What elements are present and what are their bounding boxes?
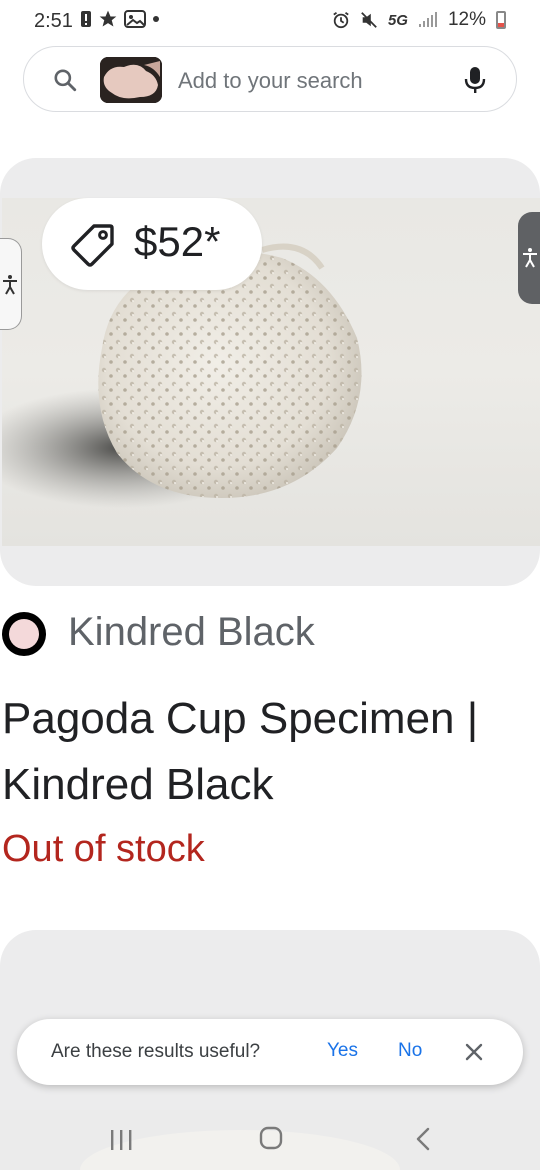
feedback-prompt: Are these results useful? Yes No <box>17 1019 523 1085</box>
status-right: 5G 12% <box>332 9 506 31</box>
signal-icon <box>418 12 437 27</box>
search-icon[interactable] <box>52 67 78 93</box>
battery-percent: 12% <box>447 9 486 30</box>
feedback-close-button[interactable] <box>461 1039 487 1065</box>
star-icon <box>99 10 117 27</box>
merchant-logo[interactable] <box>2 612 46 656</box>
accessibility-button-left[interactable] <box>0 238 22 330</box>
recents-icon[interactable] <box>108 1128 134 1152</box>
accessibility-icon <box>3 275 17 295</box>
close-icon <box>465 1043 483 1061</box>
status-time: 2:51 <box>34 10 73 32</box>
stock-status: Out of stock <box>2 828 205 870</box>
feedback-yes-button[interactable]: Yes <box>327 1040 358 1062</box>
accessibility-button-right[interactable] <box>518 212 540 304</box>
status-bar: 2:51 5G 12% <box>0 0 540 44</box>
product-title[interactable]: Pagoda Cup Specimen | Kindred Black <box>2 686 532 818</box>
search-input[interactable]: Add to your search <box>178 68 363 94</box>
mic-icon[interactable] <box>464 65 486 95</box>
gallery-icon <box>124 10 146 28</box>
price-chip[interactable]: $52* <box>42 198 262 290</box>
notification-icons <box>80 9 160 29</box>
network-type: 5G <box>387 11 408 29</box>
battery-icon <box>496 11 506 29</box>
notification-icon <box>81 11 91 27</box>
feedback-no-button[interactable]: No <box>398 1040 422 1062</box>
alarm-icon <box>333 12 349 29</box>
system-nav-bar <box>0 1110 540 1170</box>
accessibility-icon <box>523 248 537 268</box>
back-icon[interactable] <box>414 1126 432 1152</box>
price-label: $52* <box>134 218 221 265</box>
mute-icon <box>361 12 377 28</box>
search-image-thumbnail[interactable] <box>100 57 162 103</box>
home-icon[interactable] <box>259 1126 283 1150</box>
dot-icon <box>153 16 159 22</box>
tag-icon <box>71 224 114 267</box>
merchant-name[interactable]: Kindred Black <box>68 610 315 655</box>
search-bar[interactable]: Add to your search <box>23 46 517 112</box>
feedback-question: Are these results useful? <box>51 1041 261 1062</box>
